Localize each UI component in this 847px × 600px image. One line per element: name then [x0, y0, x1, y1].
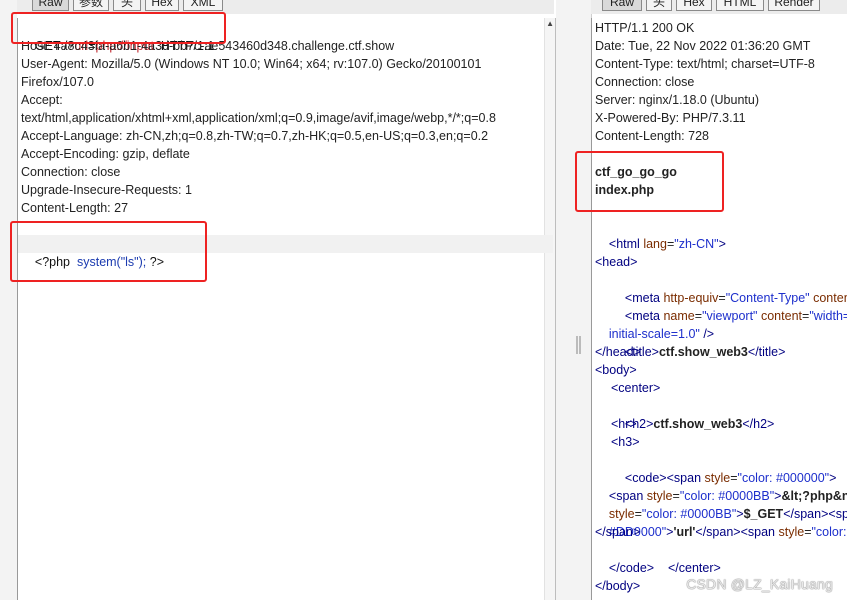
request-header: Firefox/107.0: [21, 75, 94, 89]
request-header: User-Agent: Mozilla/5.0 (Windows NT 10.0…: [21, 57, 482, 71]
tab-headers[interactable]: 头: [113, 0, 141, 11]
tab-raw-response[interactable]: Raw: [602, 0, 642, 11]
tab-params[interactable]: 参数: [73, 0, 109, 11]
html-line: <head>: [595, 255, 638, 269]
left-gutter: [0, 0, 17, 600]
request-header: Accept:: [21, 93, 63, 107]
html-line: <html lang="zh-CN">: [608, 237, 726, 251]
response-tab-bar: Raw 头 Hex HTML Render: [591, 0, 847, 14]
html-line: <h2>ctf.show_web3</h2>: [624, 417, 775, 431]
html-line: <body>: [595, 363, 637, 377]
response-header: Content-Type: text/html; charset=UTF-8: [595, 57, 815, 71]
response-viewer[interactable]: HTTP/1.1 200 OK Date: Tue, 22 Nov 2022 0…: [591, 18, 847, 600]
tab-render-response[interactable]: Render: [768, 0, 820, 11]
html-line: <meta http-equiv="Content-Type" content: [624, 291, 847, 305]
html-line: </span>: [595, 525, 641, 539]
html-line: <h3>: [611, 435, 640, 449]
request-header: Content-Length: 27: [21, 201, 129, 215]
request-scrollbar[interactable]: ▲: [544, 18, 555, 600]
response-header: Connection: close: [595, 75, 695, 89]
tab-hex-response[interactable]: Hex: [676, 0, 712, 11]
tab-raw[interactable]: Raw: [32, 0, 69, 11]
html-line: </body>: [595, 579, 641, 593]
tab-headers-response[interactable]: 头: [646, 0, 672, 11]
tab-xml[interactable]: XML: [183, 0, 223, 11]
html-line: <title>ctf.show_web3</title>: [624, 345, 786, 359]
request-header: Accept-Encoding: gzip, deflate: [21, 147, 190, 161]
html-line: <meta name="viewport" content="width=: [624, 309, 847, 323]
html-line: initial-scale=1.0" />: [608, 327, 715, 341]
request-editor[interactable]: ▲ GET /?url=php://input HTTP/1.1 Host: 4…: [17, 18, 556, 600]
html-line: </code> </center>: [608, 561, 721, 575]
request-header: text/html,application/xhtml+xml,applicat…: [21, 111, 496, 125]
annotation-box-command-output: [575, 151, 724, 212]
html-line: </head>: [595, 345, 641, 359]
tab-hex[interactable]: Hex: [145, 0, 179, 11]
scroll-up-arrow-icon[interactable]: ▲: [546, 20, 554, 28]
response-status: HTTP/1.1 200 OK: [595, 21, 695, 35]
pane-splitter-handle[interactable]: [576, 336, 581, 354]
response-header: Date: Tue, 22 Nov 2022 01:36:20 GMT: [595, 39, 811, 53]
response-header: X-Powered-By: PHP/7.3.11: [595, 111, 746, 125]
html-line: <hr>: [611, 417, 637, 431]
annotation-box-request-body: [10, 221, 207, 282]
html-line: <code><span style="color: #000000">: [624, 471, 837, 485]
request-header: Upgrade-Insecure-Requests: 1: [21, 183, 192, 197]
html-line: <span style="color: #0000BB">&lt;?php&n: [608, 489, 847, 503]
response-header: Server: nginx/1.18.0 (Ubuntu): [595, 93, 759, 107]
response-header: Content-Length: 728: [595, 129, 709, 143]
tab-html-response[interactable]: HTML: [716, 0, 764, 11]
html-line: #DD0000">'url'</span><span style="color:: [608, 525, 847, 539]
request-header: Accept-Language: zh-CN,zh;q=0.8,zh-TW;q=…: [21, 129, 489, 143]
html-line: style="color: #0000BB">$_GET</span><sp: [608, 507, 847, 521]
annotation-box-request-line: [11, 12, 226, 44]
watermark: CSDN @LZ_KaiHuang: [686, 576, 833, 592]
html-line: <center>: [611, 381, 661, 395]
request-header: Connection: close: [21, 165, 121, 179]
